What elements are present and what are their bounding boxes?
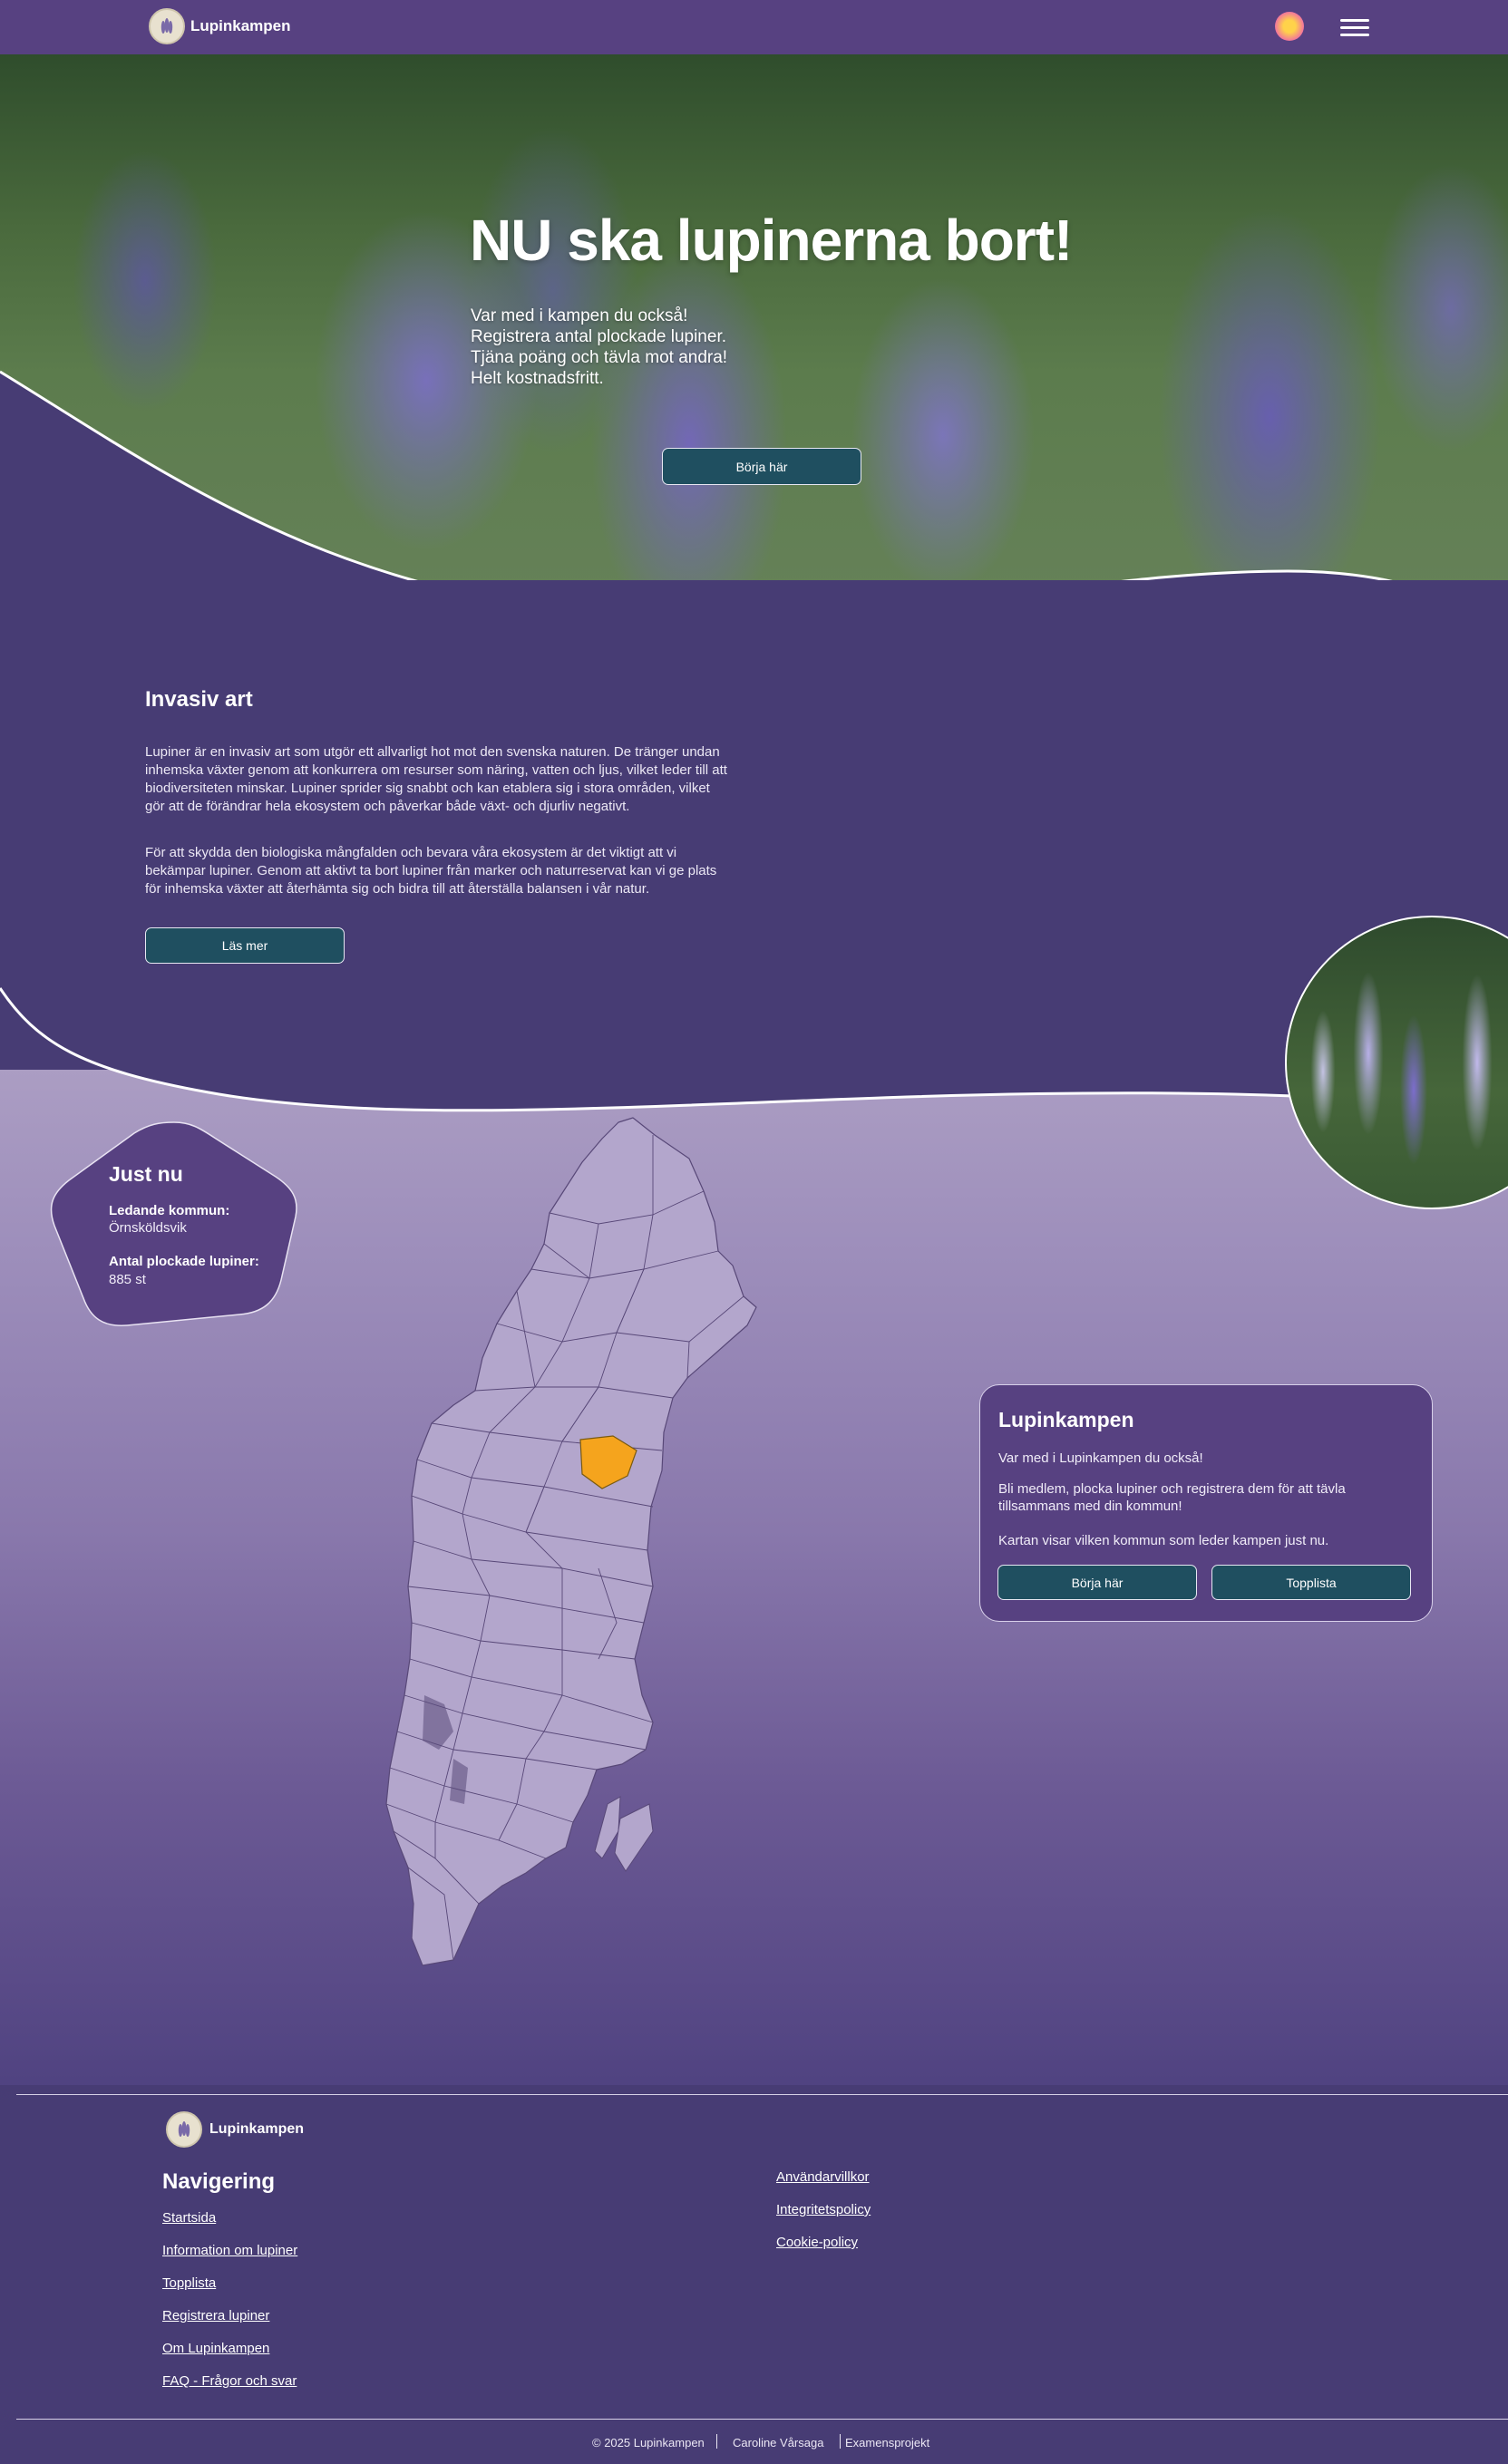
- hamburger-icon[interactable]: [1340, 13, 1369, 43]
- text-line: tillsammans med din kommun!: [998, 1499, 1182, 1514]
- footer-link-topplista[interactable]: Topplista: [162, 2275, 216, 2291]
- text-line: biodiversiteten minskar. Lupiner sprider…: [145, 781, 710, 796]
- section-wave: [0, 979, 1508, 1112]
- card-intro: Var med i Lupinkampen du också!: [998, 1450, 1203, 1466]
- invasive-paragraph-2: För att skydda den biologiska mångfalden…: [145, 844, 784, 898]
- card-map-note: Kartan visar vilken kommun som leder kam…: [998, 1533, 1329, 1548]
- card-start-button[interactable]: Börja här: [997, 1565, 1197, 1600]
- footer-separator: [840, 2434, 841, 2449]
- footer-link-startsida[interactable]: Startsida: [162, 2210, 216, 2226]
- footer-link-privacy[interactable]: Integritetspolicy: [776, 2202, 871, 2217]
- footer-link-cookie[interactable]: Cookie-policy: [776, 2235, 858, 2250]
- leading-municipality-label: Ledande kommun:: [109, 1203, 230, 1218]
- picked-count-label: Antal plockade lupiner:: [109, 1254, 259, 1269]
- sweden-map[interactable]: [381, 1115, 762, 1976]
- text-line: inhemska växter genom att konkurrera om …: [145, 762, 727, 778]
- footer-separator: [716, 2434, 717, 2449]
- hero-line: Var med i kampen du också!: [471, 306, 688, 325]
- hero-title: NU ska lupinerna bort!: [470, 208, 1073, 273]
- invasive-paragraph-1: Lupiner är en invasiv art som utgör ett …: [145, 743, 784, 816]
- footer-brand[interactable]: Lupinkampen: [166, 2111, 304, 2148]
- picked-count-value: 885 st: [109, 1272, 146, 1287]
- just-nu-title: Just nu: [109, 1162, 183, 1186]
- footer-bottom-divider: [16, 2419, 1508, 2420]
- hero-text: Var med i kampen du också! Registrera an…: [471, 306, 727, 389]
- hero-line: Tjäna poäng och tävla mot andra!: [471, 348, 728, 367]
- leading-municipality-value: Örnsköldsvik: [109, 1220, 187, 1236]
- text-line: För att skydda den biologiska mångfalden…: [145, 845, 677, 860]
- read-more-button[interactable]: Läs mer: [145, 927, 345, 964]
- footer-link-information[interactable]: Information om lupiner: [162, 2243, 297, 2258]
- footer-divider: [16, 2094, 1508, 2095]
- footer-link-om[interactable]: Om Lupinkampen: [162, 2341, 269, 2356]
- text-line: bekämpar lupiner. Genom att aktivt ta bo…: [145, 863, 717, 878]
- gotland-island: [614, 1803, 654, 1872]
- logo-icon: [166, 2111, 202, 2148]
- project-text: Examensprojekt: [845, 2436, 930, 2449]
- footer-link-faq[interactable]: FAQ - Frågor och svar: [162, 2373, 297, 2389]
- hero-start-button[interactable]: Börja här: [662, 448, 861, 485]
- logo-icon: [149, 8, 185, 44]
- copyright-text: © 2025 Lupinkampen: [592, 2436, 705, 2449]
- invasive-heading: Invasiv art: [145, 687, 253, 712]
- text-line: för inhemska växter att återhämta sig oc…: [145, 881, 650, 897]
- sun-icon[interactable]: [1275, 12, 1304, 41]
- hero-line: Registrera antal plockade lupiner.: [471, 327, 727, 346]
- header-brand[interactable]: Lupinkampen: [149, 8, 291, 44]
- hero-line: Helt kostnadsfritt.: [471, 369, 604, 388]
- card-toplist-button[interactable]: Topplista: [1211, 1565, 1411, 1600]
- text-line: Bli medlem, plocka lupiner och registrer…: [998, 1481, 1346, 1497]
- footer-brand-name: Lupinkampen: [209, 2121, 305, 2137]
- card-description: Bli medlem, plocka lupiner och registrer…: [998, 1480, 1416, 1515]
- card-title: Lupinkampen: [998, 1408, 1134, 1431]
- footer-link-registrera[interactable]: Registrera lupiner: [162, 2308, 269, 2323]
- text-line: Lupiner är en invasiv art som utgör ett …: [145, 744, 720, 760]
- author-text: Caroline Vårsaga: [733, 2436, 824, 2449]
- text-line: gör att de förändrar hela ekosystem och …: [145, 799, 630, 814]
- footer-link-terms[interactable]: Användarvillkor: [776, 2169, 870, 2185]
- header-brand-name: Lupinkampen: [190, 17, 291, 34]
- footer-nav-heading: Navigering: [162, 2169, 276, 2194]
